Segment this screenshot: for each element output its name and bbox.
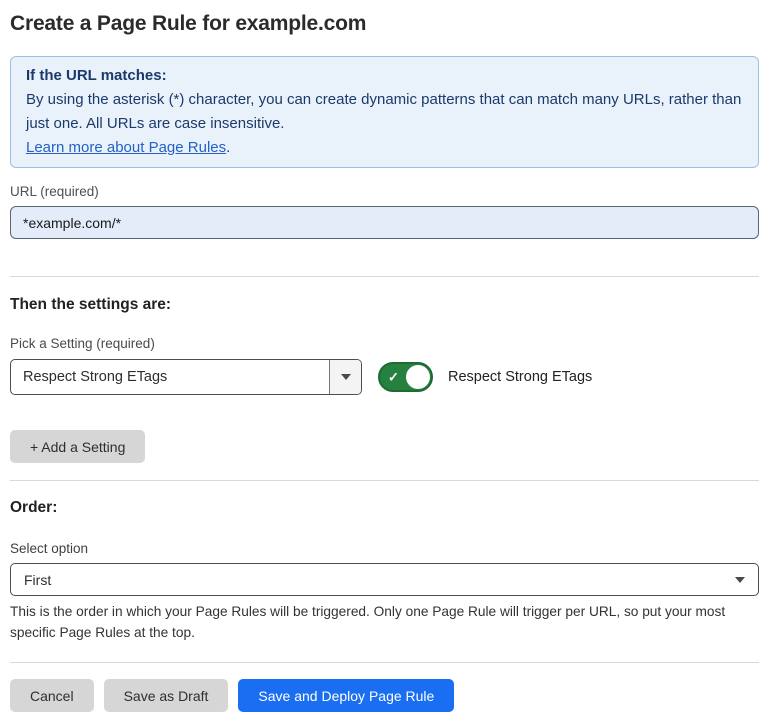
info-box-heading: If the URL matches: [26,64,743,88]
url-label: URL (required) [10,184,759,199]
footer-actions: Cancel Save as Draft Save and Deploy Pag… [10,679,759,712]
divider [10,276,759,277]
setting-controls-row: Respect Strong ETags ✓ Respect Strong ET… [10,359,759,395]
divider [10,662,759,663]
setting-select[interactable]: Respect Strong ETags [10,359,362,395]
order-select[interactable]: First [10,563,759,596]
order-help-text: This is the order in which your Page Rul… [10,601,759,643]
toggle-label: Respect Strong ETags [448,369,592,385]
add-setting-button[interactable]: + Add a Setting [10,430,145,463]
toggle-knob [406,365,430,389]
info-box-body: By using the asterisk (*) character, you… [26,88,743,136]
order-select-label: Select option [10,541,759,556]
save-and-deploy-button[interactable]: Save and Deploy Page Rule [238,679,454,712]
settings-section-heading: Then the settings are: [10,296,759,314]
divider [10,480,759,481]
url-input[interactable] [10,206,759,239]
link-suffix: . [226,139,230,156]
setting-select-arrow-button[interactable] [329,360,361,394]
order-section-heading: Order: [10,499,759,517]
page-title: Create a Page Rule for example.com [10,12,759,36]
check-icon: ✓ [388,371,399,384]
cancel-button[interactable]: Cancel [10,679,94,712]
respect-strong-etags-toggle[interactable]: ✓ [378,362,433,392]
order-select-value: First [24,572,51,588]
chevron-down-icon [341,374,351,380]
setting-select-value: Respect Strong ETags [11,360,329,394]
info-box-link-line: Learn more about Page Rules. [26,136,743,160]
page-rule-form: Create a Page Rule for example.com If th… [0,0,769,712]
chevron-down-icon [735,577,745,583]
learn-more-link[interactable]: Learn more about Page Rules [26,139,226,156]
url-match-info-box: If the URL matches: By using the asteris… [10,56,759,168]
save-as-draft-button[interactable]: Save as Draft [104,679,229,712]
pick-setting-label: Pick a Setting (required) [10,336,759,351]
